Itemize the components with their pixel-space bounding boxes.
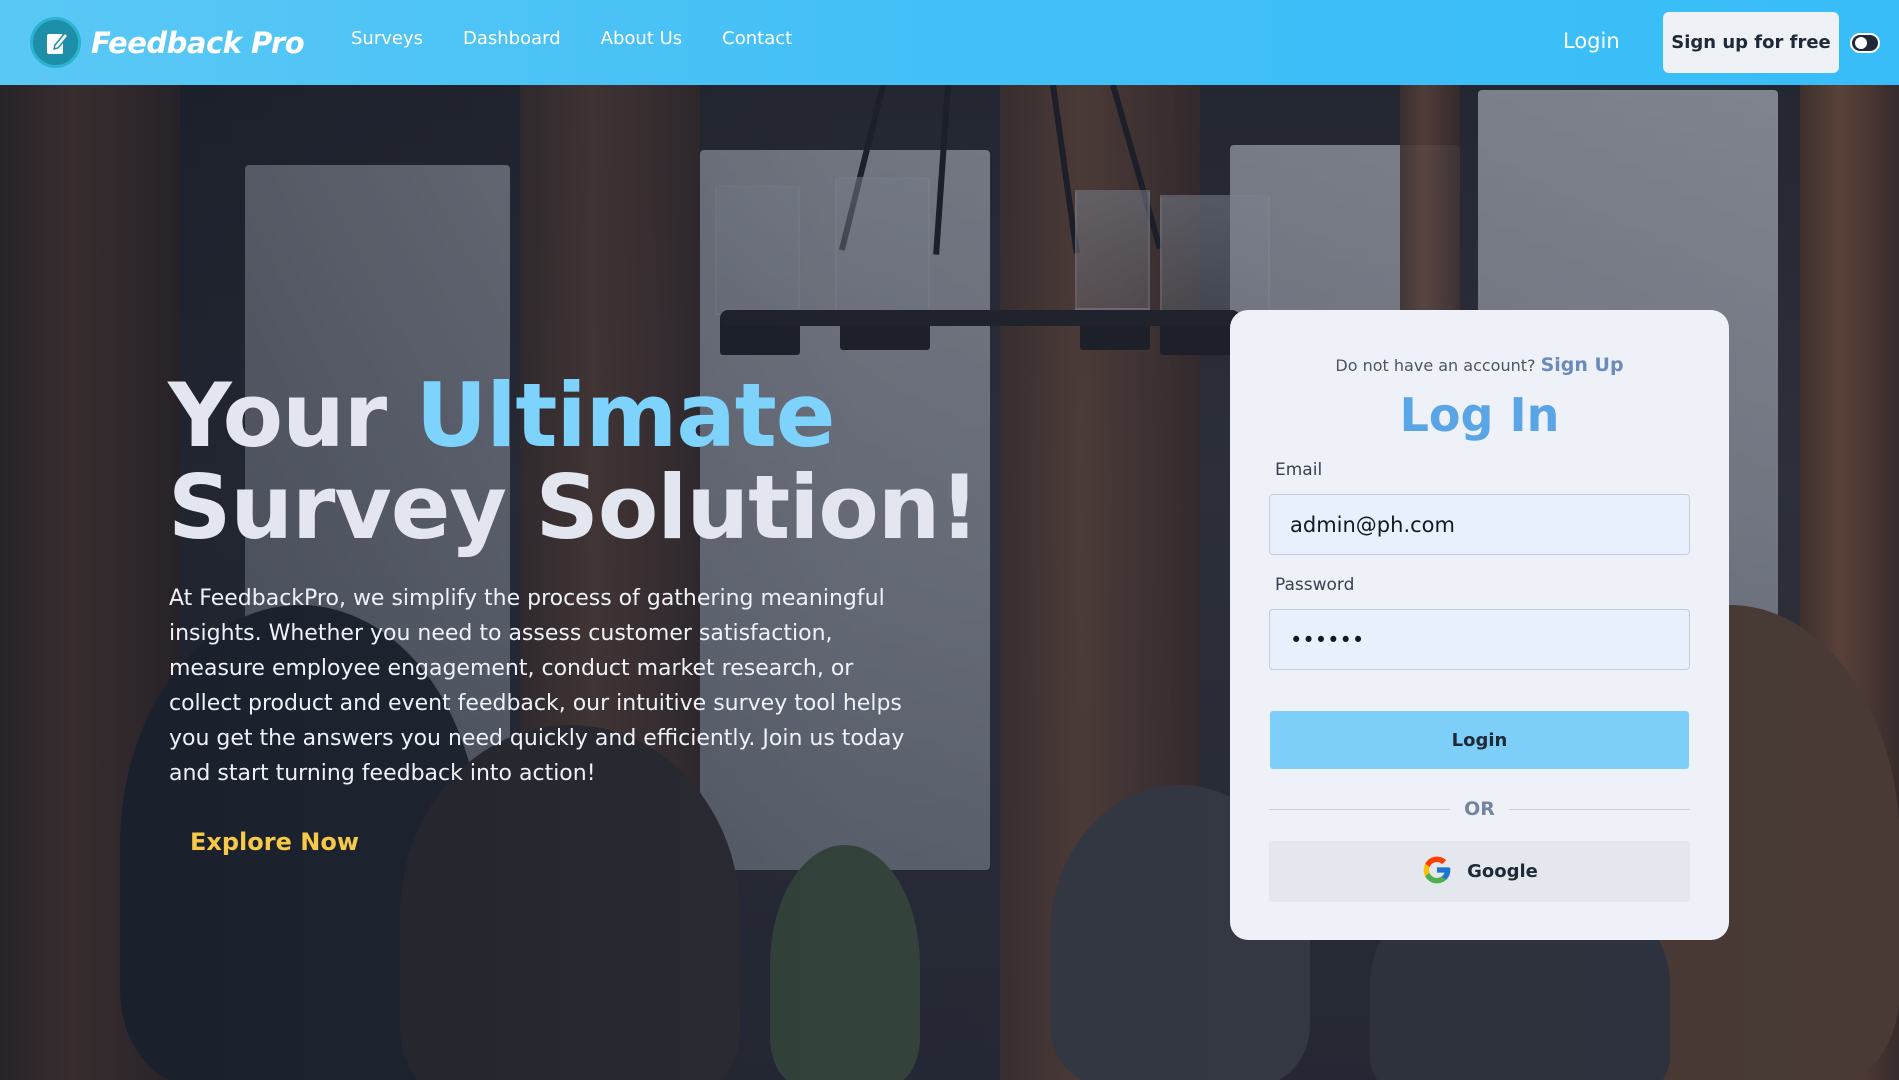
nav-link-dashboard[interactable]: Dashboard bbox=[463, 28, 561, 49]
signup-button[interactable]: Sign up for free bbox=[1663, 12, 1839, 73]
divider-line-left bbox=[1269, 808, 1451, 810]
google-login-button[interactable]: Google bbox=[1269, 841, 1690, 902]
login-title: Log In bbox=[1399, 388, 1560, 442]
headline-accent: Ultimate bbox=[415, 364, 836, 467]
google-icon bbox=[1421, 854, 1453, 890]
or-text: OR bbox=[1464, 798, 1495, 820]
brand-logo[interactable]: Feedback Pro bbox=[30, 17, 305, 68]
headline-part2: Survey Solution! bbox=[168, 456, 980, 559]
explore-now-button[interactable]: Explore Now bbox=[190, 828, 359, 856]
nav-link-surveys[interactable]: Surveys bbox=[351, 28, 423, 49]
divider-line-right bbox=[1508, 808, 1691, 810]
google-button-label: Google bbox=[1467, 861, 1538, 882]
password-field[interactable]: •••••• bbox=[1269, 609, 1690, 670]
logo-icon bbox=[30, 17, 81, 68]
email-label: Email bbox=[1275, 460, 1323, 480]
no-account-text: Do not have an account? bbox=[1335, 356, 1536, 375]
password-label: Password bbox=[1275, 575, 1355, 595]
nav-links: Surveys Dashboard About Us Contact bbox=[351, 28, 792, 49]
email-field[interactable]: admin@ph.com bbox=[1269, 494, 1690, 555]
hero-headline: Your Ultimate Survey Solution! bbox=[168, 370, 1168, 554]
nav-link-about-us[interactable]: About Us bbox=[601, 28, 683, 49]
brand-name: Feedback Pro bbox=[91, 25, 305, 60]
signup-prompt: Do not have an account? Sign Up bbox=[1230, 354, 1729, 376]
navbar: Feedback Pro Surveys Dashboard About Us … bbox=[0, 0, 1899, 85]
hero-description: At FeedbackPro, we simplify the process … bbox=[169, 586, 905, 786]
nav-login-link[interactable]: Login bbox=[1563, 29, 1620, 53]
login-card: Do not have an account? Sign Up Log In E… bbox=[1230, 310, 1729, 940]
login-button[interactable]: Login bbox=[1270, 711, 1689, 769]
or-divider: OR bbox=[1269, 798, 1691, 820]
theme-toggle-icon[interactable] bbox=[1850, 33, 1880, 53]
nav-link-contact[interactable]: Contact bbox=[722, 28, 792, 49]
signup-link[interactable]: Sign Up bbox=[1541, 354, 1624, 376]
headline-part1: Your bbox=[168, 364, 416, 467]
